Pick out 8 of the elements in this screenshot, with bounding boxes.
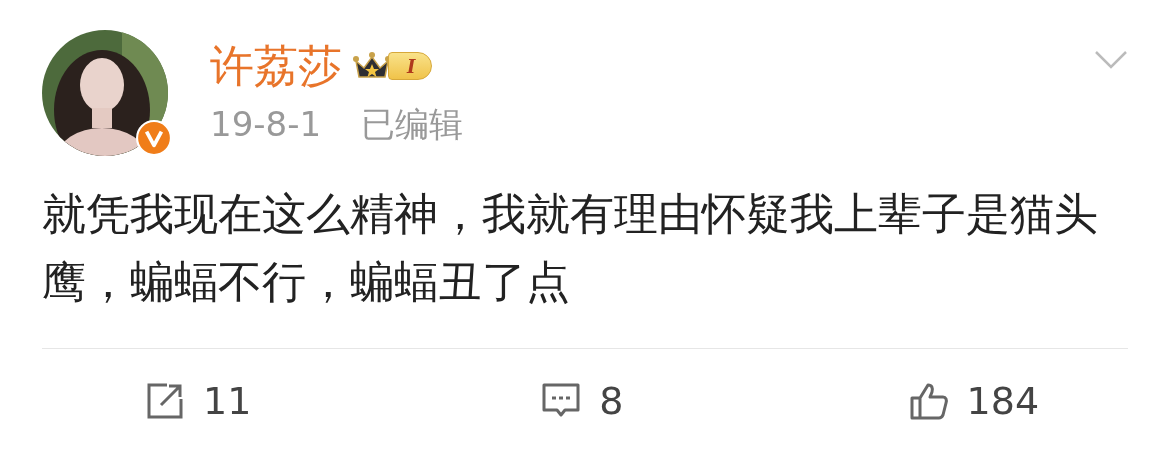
edited-label: 已编辑 xyxy=(361,103,464,146)
share-icon xyxy=(145,381,185,421)
like-button[interactable]: 184 xyxy=(908,379,1040,423)
post-time: 19-8-1 xyxy=(210,103,322,146)
post-text: 就凭我现在这么精神，我就有理由怀疑我上辈子是猫头鹰，蝙蝠不行，蝙蝠丑了点 xyxy=(42,187,1099,309)
comment-button[interactable]: 8 xyxy=(541,379,624,423)
repost-button[interactable]: 11 xyxy=(145,379,252,423)
thumbs-up-icon xyxy=(908,381,949,421)
